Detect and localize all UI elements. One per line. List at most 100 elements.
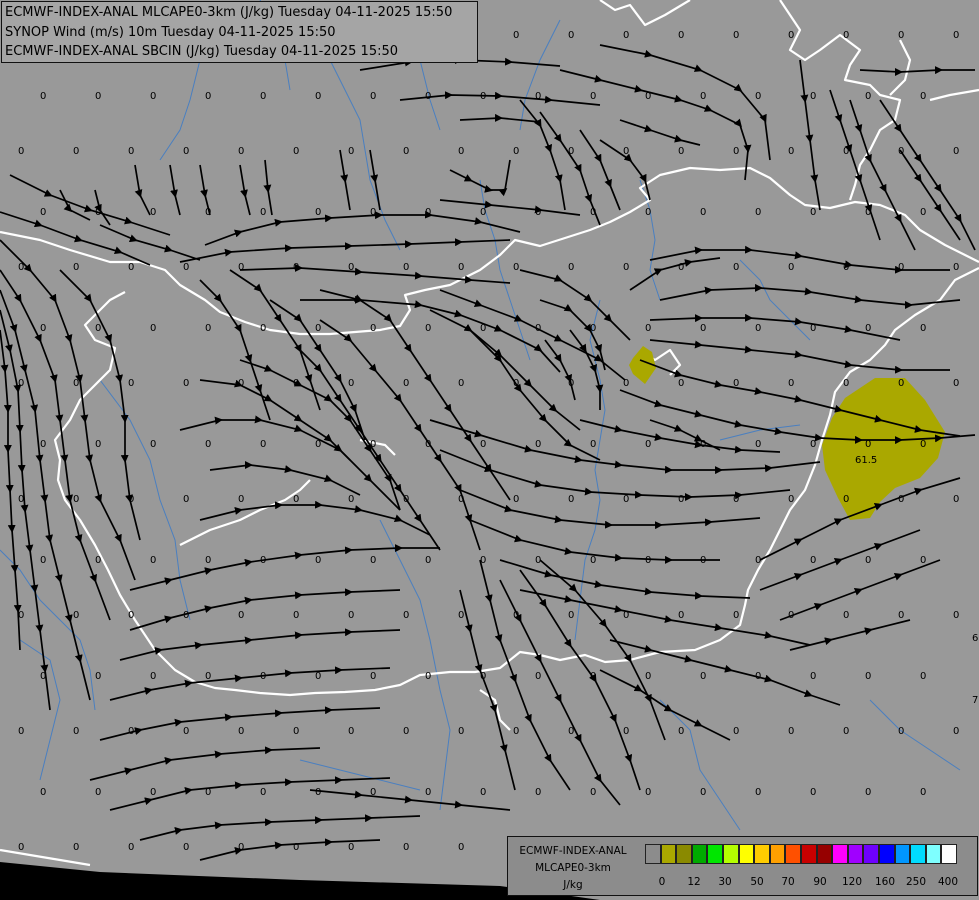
sbcin-value: 0: [810, 671, 816, 682]
legend-swatch: [754, 844, 770, 864]
sbcin-value: 0: [678, 146, 684, 157]
sbcin-value: 0: [590, 207, 596, 218]
sbcin-value: 0: [183, 726, 189, 737]
sbcin-value: 0: [315, 323, 321, 334]
sbcin-value: 0: [40, 91, 46, 102]
sbcin-value: 0: [425, 671, 431, 682]
sbcin-value: 0: [568, 494, 574, 505]
sbcin-value: 0: [810, 555, 816, 566]
sbcin-value: 0: [73, 842, 79, 853]
sbcin-value: 0: [425, 91, 431, 102]
sbcin-value: 0: [425, 787, 431, 798]
sbcin-value: 0: [18, 262, 24, 273]
sbcin-value: 0: [238, 610, 244, 621]
sbcin-value: 0: [898, 146, 904, 157]
sbcin-value: 0: [18, 842, 24, 853]
title-line-sbcin: ECMWF-INDEX-ANAL SBCIN (J/kg) Tuesday 04…: [5, 44, 399, 59]
sbcin-value: 0: [260, 207, 266, 218]
sbcin-value: 0: [458, 146, 464, 157]
sbcin-value: 0: [403, 726, 409, 737]
sbcin-value: 0: [425, 323, 431, 334]
sbcin-value: 0: [513, 610, 519, 621]
sbcin-value: 0: [678, 262, 684, 273]
sbcin-value: 0: [95, 207, 101, 218]
legend-parameter: MLCAPE0-3km: [535, 862, 611, 874]
sbcin-value: 0: [810, 787, 816, 798]
sbcin-value: 0: [150, 671, 156, 682]
sbcin-value: 0: [205, 323, 211, 334]
sbcin-value: 0: [238, 842, 244, 853]
sbcin-value: 0: [843, 30, 849, 41]
sbcin-value: 0: [788, 610, 794, 621]
legend-tick-label: 70: [781, 876, 795, 888]
sbcin-value: 0: [590, 439, 596, 450]
sbcin-value: 0: [480, 207, 486, 218]
sbcin-value: 0: [678, 378, 684, 389]
sbcin-value: 0: [645, 787, 651, 798]
sbcin-value: 0: [843, 610, 849, 621]
sbcin-value: 0: [920, 207, 926, 218]
legend-swatch: [691, 844, 708, 864]
sbcin-value: 0: [755, 207, 761, 218]
sbcin-value: 0: [865, 439, 871, 450]
legend-swatch: [941, 844, 957, 864]
sbcin-value: 0: [810, 207, 816, 218]
sbcin-value: 0: [755, 555, 761, 566]
sbcin-value: 0: [348, 726, 354, 737]
legend-swatch: [816, 844, 833, 864]
sbcin-value: 0: [590, 91, 596, 102]
legend-tick-label: 250: [905, 876, 927, 888]
sbcin-value: 0: [865, 787, 871, 798]
sbcin-value: 0: [843, 146, 849, 157]
sbcin-value: 0: [293, 610, 299, 621]
sbcin-value: 0: [865, 323, 871, 334]
sbcin-value: 0: [535, 91, 541, 102]
sbcin-value: 0: [183, 378, 189, 389]
sbcin-value: 0: [293, 146, 299, 157]
sbcin-value: 0: [315, 91, 321, 102]
sbcin-value: 0: [953, 30, 959, 41]
sbcin-value: 0: [535, 671, 541, 682]
sbcin-value: 0: [568, 610, 574, 621]
sbcin-value: 0: [953, 262, 959, 273]
sbcin-value: 0: [623, 610, 629, 621]
sbcin-value: 0: [183, 146, 189, 157]
sbcin-value: 0: [293, 378, 299, 389]
sbcin-value: 0: [95, 323, 101, 334]
sbcin-value: 0: [348, 146, 354, 157]
sbcin-value: 0: [678, 30, 684, 41]
sbcin-value: 0: [700, 91, 706, 102]
sbcin-value: 0: [150, 207, 156, 218]
sbcin-value: 0: [535, 555, 541, 566]
sbcin-value: 0: [568, 146, 574, 157]
sbcin-value: 0: [260, 555, 266, 566]
sbcin-value: 0: [843, 726, 849, 737]
sbcin-value: 0: [348, 842, 354, 853]
sbcin-value: 0: [645, 555, 651, 566]
sbcin-value: 0: [700, 671, 706, 682]
legend-swatch: [925, 844, 942, 864]
sbcin-value: 0: [348, 262, 354, 273]
sbcin-value: 0: [788, 30, 794, 41]
sbcin-value: 0: [755, 91, 761, 102]
sbcin-value: 0: [260, 787, 266, 798]
sbcin-value: 0: [623, 494, 629, 505]
sbcin-value: 0: [843, 494, 849, 505]
legend-swatch: [722, 844, 739, 864]
sbcin-value: 0: [73, 262, 79, 273]
sbcin-value: 0: [788, 262, 794, 273]
sbcin-value: 0: [678, 726, 684, 737]
sbcin-value: 0: [183, 262, 189, 273]
sbcin-value: 0: [513, 378, 519, 389]
sbcin-value: 0: [810, 323, 816, 334]
sbcin-value: 0: [293, 726, 299, 737]
sbcin-value: 0: [953, 146, 959, 157]
sbcin-value: 0: [458, 842, 464, 853]
sbcin-value: 0: [898, 494, 904, 505]
sbcin-value: 0: [18, 610, 24, 621]
sbcin-value: 0: [568, 30, 574, 41]
sbcin-value: 0: [623, 726, 629, 737]
title-line-wind: SYNOP Wind (m/s) 10m Tuesday 04-11-2025 …: [5, 24, 336, 40]
sbcin-value: 0: [513, 494, 519, 505]
sbcin-value: 0: [73, 378, 79, 389]
